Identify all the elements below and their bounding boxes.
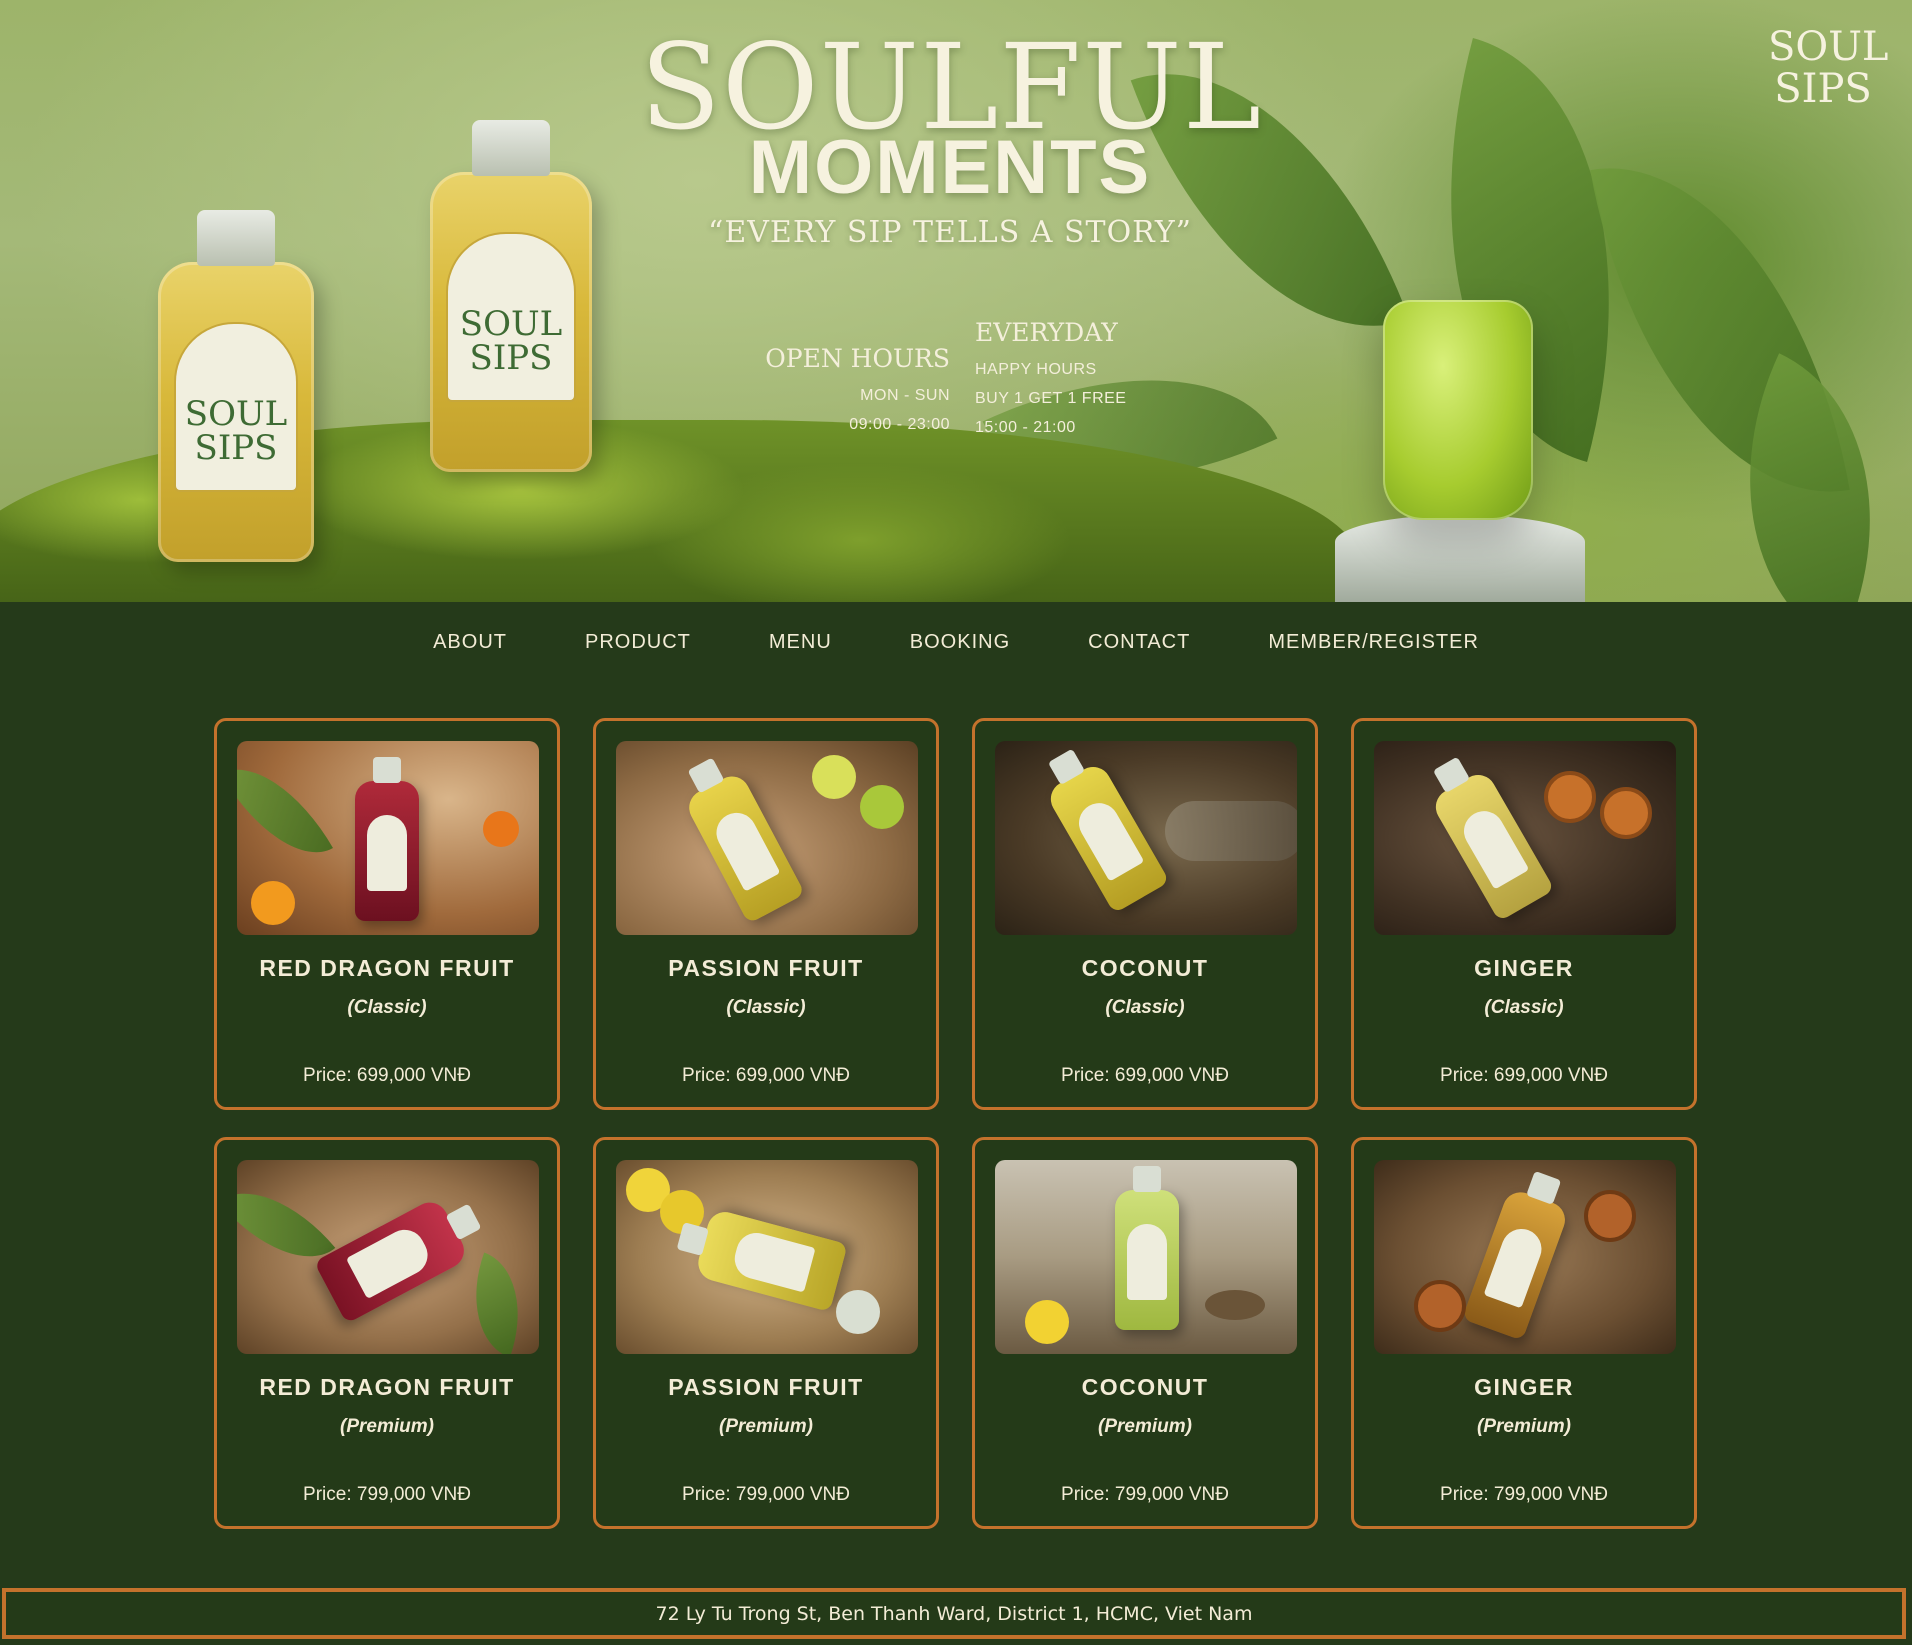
product-variant: (Classic) xyxy=(1105,997,1185,1018)
product-price: Price: 799,000 VNĐ xyxy=(682,1484,850,1505)
product-photo xyxy=(616,741,918,935)
product-photo xyxy=(995,741,1297,935)
product-variant: (Classic) xyxy=(726,997,806,1018)
bottle-image xyxy=(1461,1187,1571,1341)
product-card[interactable]: COCONUT (Premium) Price: 799,000 VNĐ xyxy=(972,1137,1318,1529)
bottle-cap xyxy=(197,210,275,266)
product-photo xyxy=(1374,741,1676,935)
product-photo xyxy=(237,1160,539,1354)
bottle-image xyxy=(313,1196,471,1324)
nav-booking[interactable]: BOOKING xyxy=(871,631,1049,654)
product-card[interactable]: RED DRAGON FRUIT (Premium) Price: 799,00… xyxy=(214,1137,560,1529)
bottle-brand-text: SOUL SIPS xyxy=(184,394,288,469)
product-variant: (Premium) xyxy=(1098,1416,1192,1437)
product-price: Price: 799,000 VNĐ xyxy=(1061,1484,1229,1505)
product-photo xyxy=(616,1160,918,1354)
product-card[interactable]: COCONUT (Classic) Price: 699,000 VNĐ xyxy=(972,718,1318,1110)
nav-contact[interactable]: CONTACT xyxy=(1049,631,1229,654)
product-variant: (Premium) xyxy=(340,1416,434,1437)
bottle-image xyxy=(694,1208,848,1312)
product-price: Price: 799,000 VNĐ xyxy=(303,1484,471,1505)
happy-hours-heading: EVERYDAY xyxy=(975,318,1118,347)
product-grid: RED DRAGON FRUIT (Classic) Price: 699,00… xyxy=(214,718,1698,1529)
product-name: PASSION FRUIT xyxy=(668,955,864,981)
product-card[interactable]: GINGER (Premium) Price: 799,000 VNĐ xyxy=(1351,1137,1697,1529)
bottle-cap xyxy=(472,120,550,176)
open-hours-time: 09:00 - 23:00 xyxy=(849,416,950,433)
orange-image xyxy=(251,881,295,925)
dried-orange-image xyxy=(1600,787,1652,839)
bottle-image xyxy=(682,770,806,924)
nav-menu[interactable]: MENU xyxy=(730,631,871,654)
bottle-brand-text: SOUL SIPS xyxy=(459,304,563,379)
lime-image xyxy=(860,785,904,829)
leaf-decoration xyxy=(237,744,333,878)
nav-about[interactable]: ABOUT xyxy=(394,631,546,654)
product-name: GINGER xyxy=(1474,1374,1574,1400)
lemon-image xyxy=(1025,1300,1069,1344)
product-price: Price: 699,000 VNĐ xyxy=(303,1065,471,1086)
bottle-image xyxy=(355,781,419,921)
dried-orange-image xyxy=(1544,771,1596,823)
happy-hours-time: 15:00 - 21:00 xyxy=(975,419,1076,436)
main-nav: ABOUT PRODUCT MENU BOOKING CONTACT MEMBE… xyxy=(0,602,1912,682)
cocktail-glass xyxy=(1383,300,1533,520)
hero-tagline: “EVERY SIP TELLS A STORY” xyxy=(708,215,1192,250)
open-hours-heading: OPEN HOURS xyxy=(765,344,950,373)
product-name: GINGER xyxy=(1474,955,1574,981)
hero-banner: SOUL SIPS SOUL SIPS SOULFUL MOMENTS “EVE… xyxy=(0,0,1912,602)
hero-subtitle: MOMENTS xyxy=(748,125,1152,210)
product-price: Price: 799,000 VNĐ xyxy=(1440,1484,1608,1505)
bottle-image xyxy=(1044,760,1170,914)
hero-bottle: SOUL SIPS xyxy=(158,210,314,562)
product-variant: (Classic) xyxy=(347,997,427,1018)
bottle-image xyxy=(1429,768,1555,922)
hero-bottle: SOUL SIPS xyxy=(430,120,592,472)
product-name: RED DRAGON FRUIT xyxy=(259,955,515,981)
lime-image xyxy=(812,755,856,799)
product-price: Price: 699,000 VNĐ xyxy=(1440,1065,1608,1086)
driftwood-image xyxy=(1165,801,1297,861)
open-hours-days: MON - SUN xyxy=(860,387,950,404)
nav-member-register[interactable]: MEMBER/REGISTER xyxy=(1229,631,1518,654)
brand-logo[interactable]: SOUL SIPS xyxy=(1768,26,1888,110)
footer-address: 72 Ly Tu Trong St, Ben Thanh Ward, Distr… xyxy=(655,1602,1253,1625)
happy-hours-label: HAPPY HOURS xyxy=(975,361,1097,378)
dried-orange-image xyxy=(1414,1280,1466,1332)
product-variant: (Premium) xyxy=(1477,1416,1571,1437)
product-variant: (Premium) xyxy=(719,1416,813,1437)
nav-product[interactable]: PRODUCT xyxy=(546,631,730,654)
product-name: COCONUT xyxy=(1081,955,1209,981)
product-photo xyxy=(995,1160,1297,1354)
product-name: PASSION FRUIT xyxy=(668,1374,864,1400)
product-photo xyxy=(237,741,539,935)
product-card[interactable]: PASSION FRUIT (Classic) Price: 699,000 V… xyxy=(593,718,939,1110)
product-price: Price: 699,000 VNĐ xyxy=(682,1065,850,1086)
bottle-label: SOUL SIPS xyxy=(174,322,298,492)
bottle-image xyxy=(1115,1190,1179,1330)
bottle-label: SOUL SIPS xyxy=(446,232,576,402)
product-name: COCONUT xyxy=(1081,1374,1209,1400)
product-price: Price: 699,000 VNĐ xyxy=(1061,1065,1229,1086)
product-card[interactable]: PASSION FRUIT (Premium) Price: 799,000 V… xyxy=(593,1137,939,1529)
cocktail-pedestal xyxy=(1335,515,1585,602)
open-hours: OPEN HOURS MON - SUN 09:00 - 23:00 xyxy=(760,344,950,439)
dish-image xyxy=(836,1290,880,1334)
orange-image xyxy=(483,811,519,847)
product-variant: (Classic) xyxy=(1484,997,1564,1018)
product-photo xyxy=(1374,1160,1676,1354)
product-card[interactable]: RED DRAGON FRUIT (Classic) Price: 699,00… xyxy=(214,718,560,1110)
happy-hours: EVERYDAY HAPPY HOURS BUY 1 GET 1 FREE 15… xyxy=(975,318,1195,442)
product-card[interactable]: GINGER (Classic) Price: 699,000 VNĐ xyxy=(1351,718,1697,1110)
bowl-image xyxy=(1205,1290,1265,1320)
leaf-decoration xyxy=(453,1252,539,1354)
footer-address-bar: 72 Ly Tu Trong St, Ben Thanh Ward, Distr… xyxy=(2,1588,1906,1639)
product-name: RED DRAGON FRUIT xyxy=(259,1374,515,1400)
dried-orange-image xyxy=(1584,1190,1636,1242)
happy-hours-offer: BUY 1 GET 1 FREE xyxy=(975,390,1127,407)
